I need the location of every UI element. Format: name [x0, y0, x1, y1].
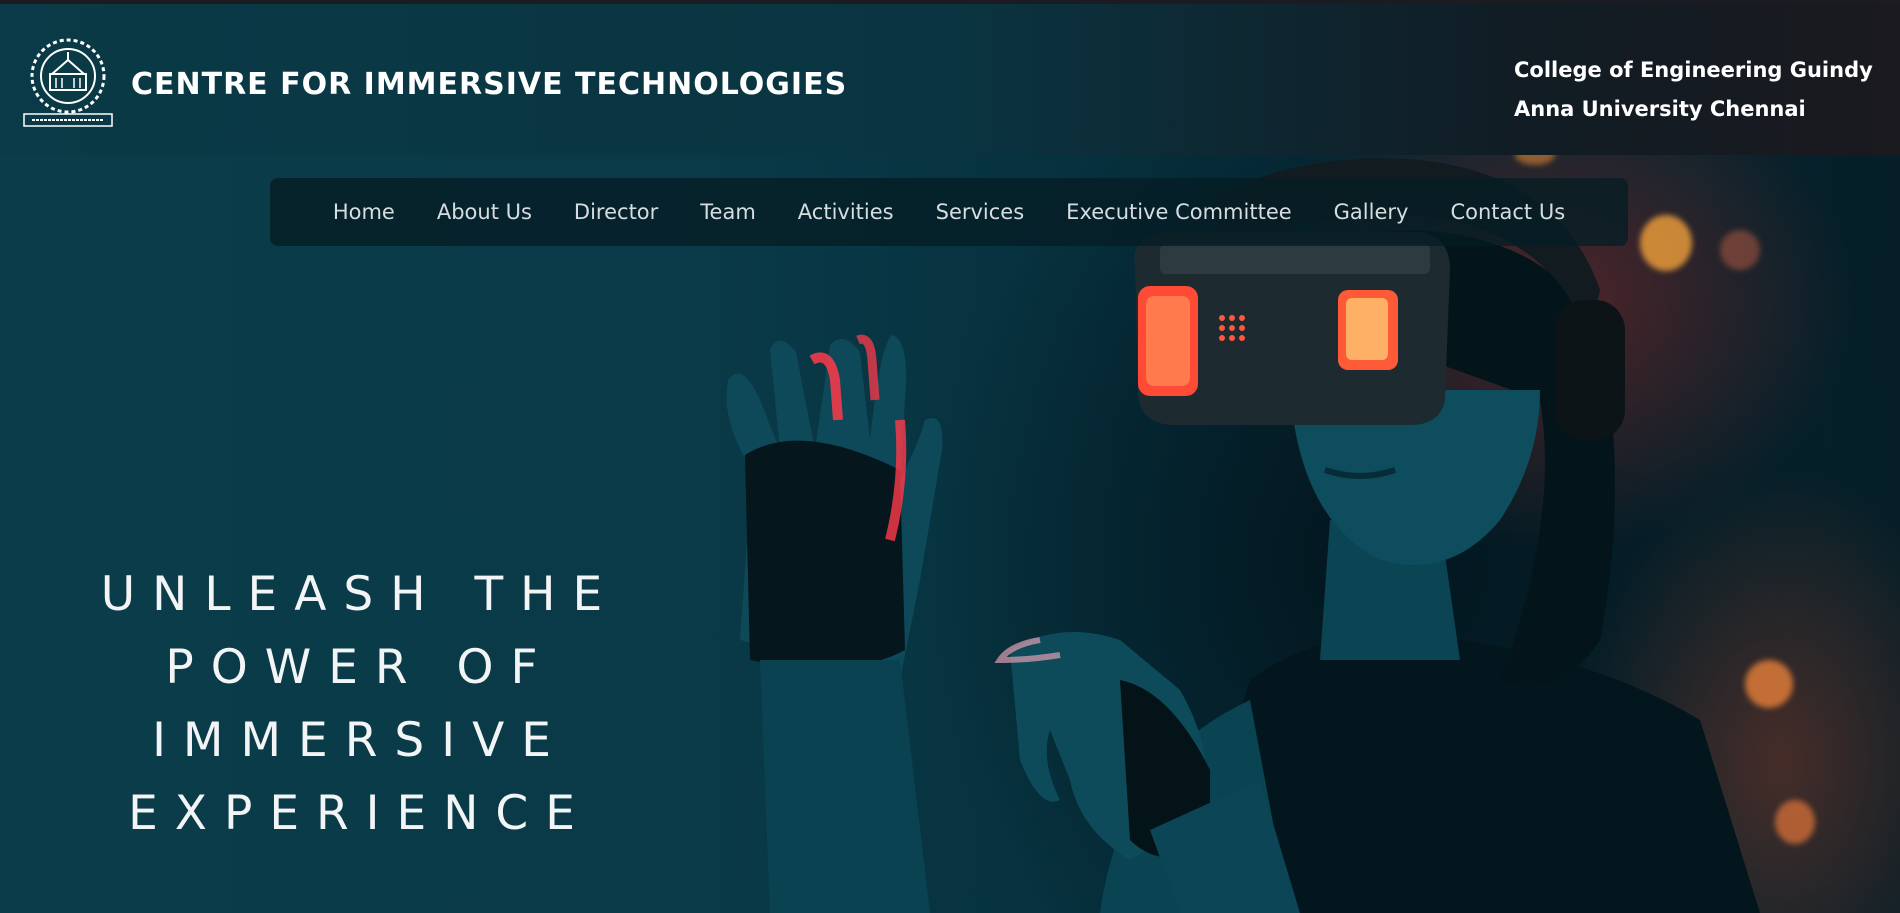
college-name: College of Engineering Guindy Anna Unive…: [1514, 51, 1873, 129]
main-nav: Home About Us Director Team Activities S…: [270, 178, 1628, 246]
college-line-2: Anna University Chennai: [1514, 97, 1806, 121]
nav-contact-us[interactable]: Contact Us: [1429, 178, 1586, 246]
nav-services[interactable]: Services: [915, 178, 1046, 246]
college-line-1: College of Engineering Guindy: [1514, 58, 1873, 82]
tagline-line-4: EXPERIENCE: [128, 786, 592, 841]
tagline-line-1: UNLEASH THE: [100, 567, 620, 622]
nav-director[interactable]: Director: [553, 178, 679, 246]
nav-home[interactable]: Home: [312, 178, 416, 246]
nav-activities[interactable]: Activities: [777, 178, 915, 246]
tagline-line-2: POWER OF: [165, 640, 555, 695]
tagline-line-3: IMMERSIVE: [152, 713, 568, 768]
nav-executive-committee[interactable]: Executive Committee: [1045, 178, 1312, 246]
page: CENTRE FOR IMMERSIVE TECHNOLOGIES Colleg…: [0, 0, 1900, 913]
hero-tagline: UNLEASH THE POWER OF IMMERSIVE EXPERIENC…: [0, 558, 720, 850]
nav-gallery[interactable]: Gallery: [1313, 178, 1430, 246]
site-title[interactable]: CENTRE FOR IMMERSIVE TECHNOLOGIES: [131, 67, 847, 102]
site-header: CENTRE FOR IMMERSIVE TECHNOLOGIES Colleg…: [0, 0, 1900, 155]
nav-team[interactable]: Team: [679, 178, 777, 246]
nav-about-us[interactable]: About Us: [416, 178, 553, 246]
university-logo[interactable]: [22, 36, 114, 128]
